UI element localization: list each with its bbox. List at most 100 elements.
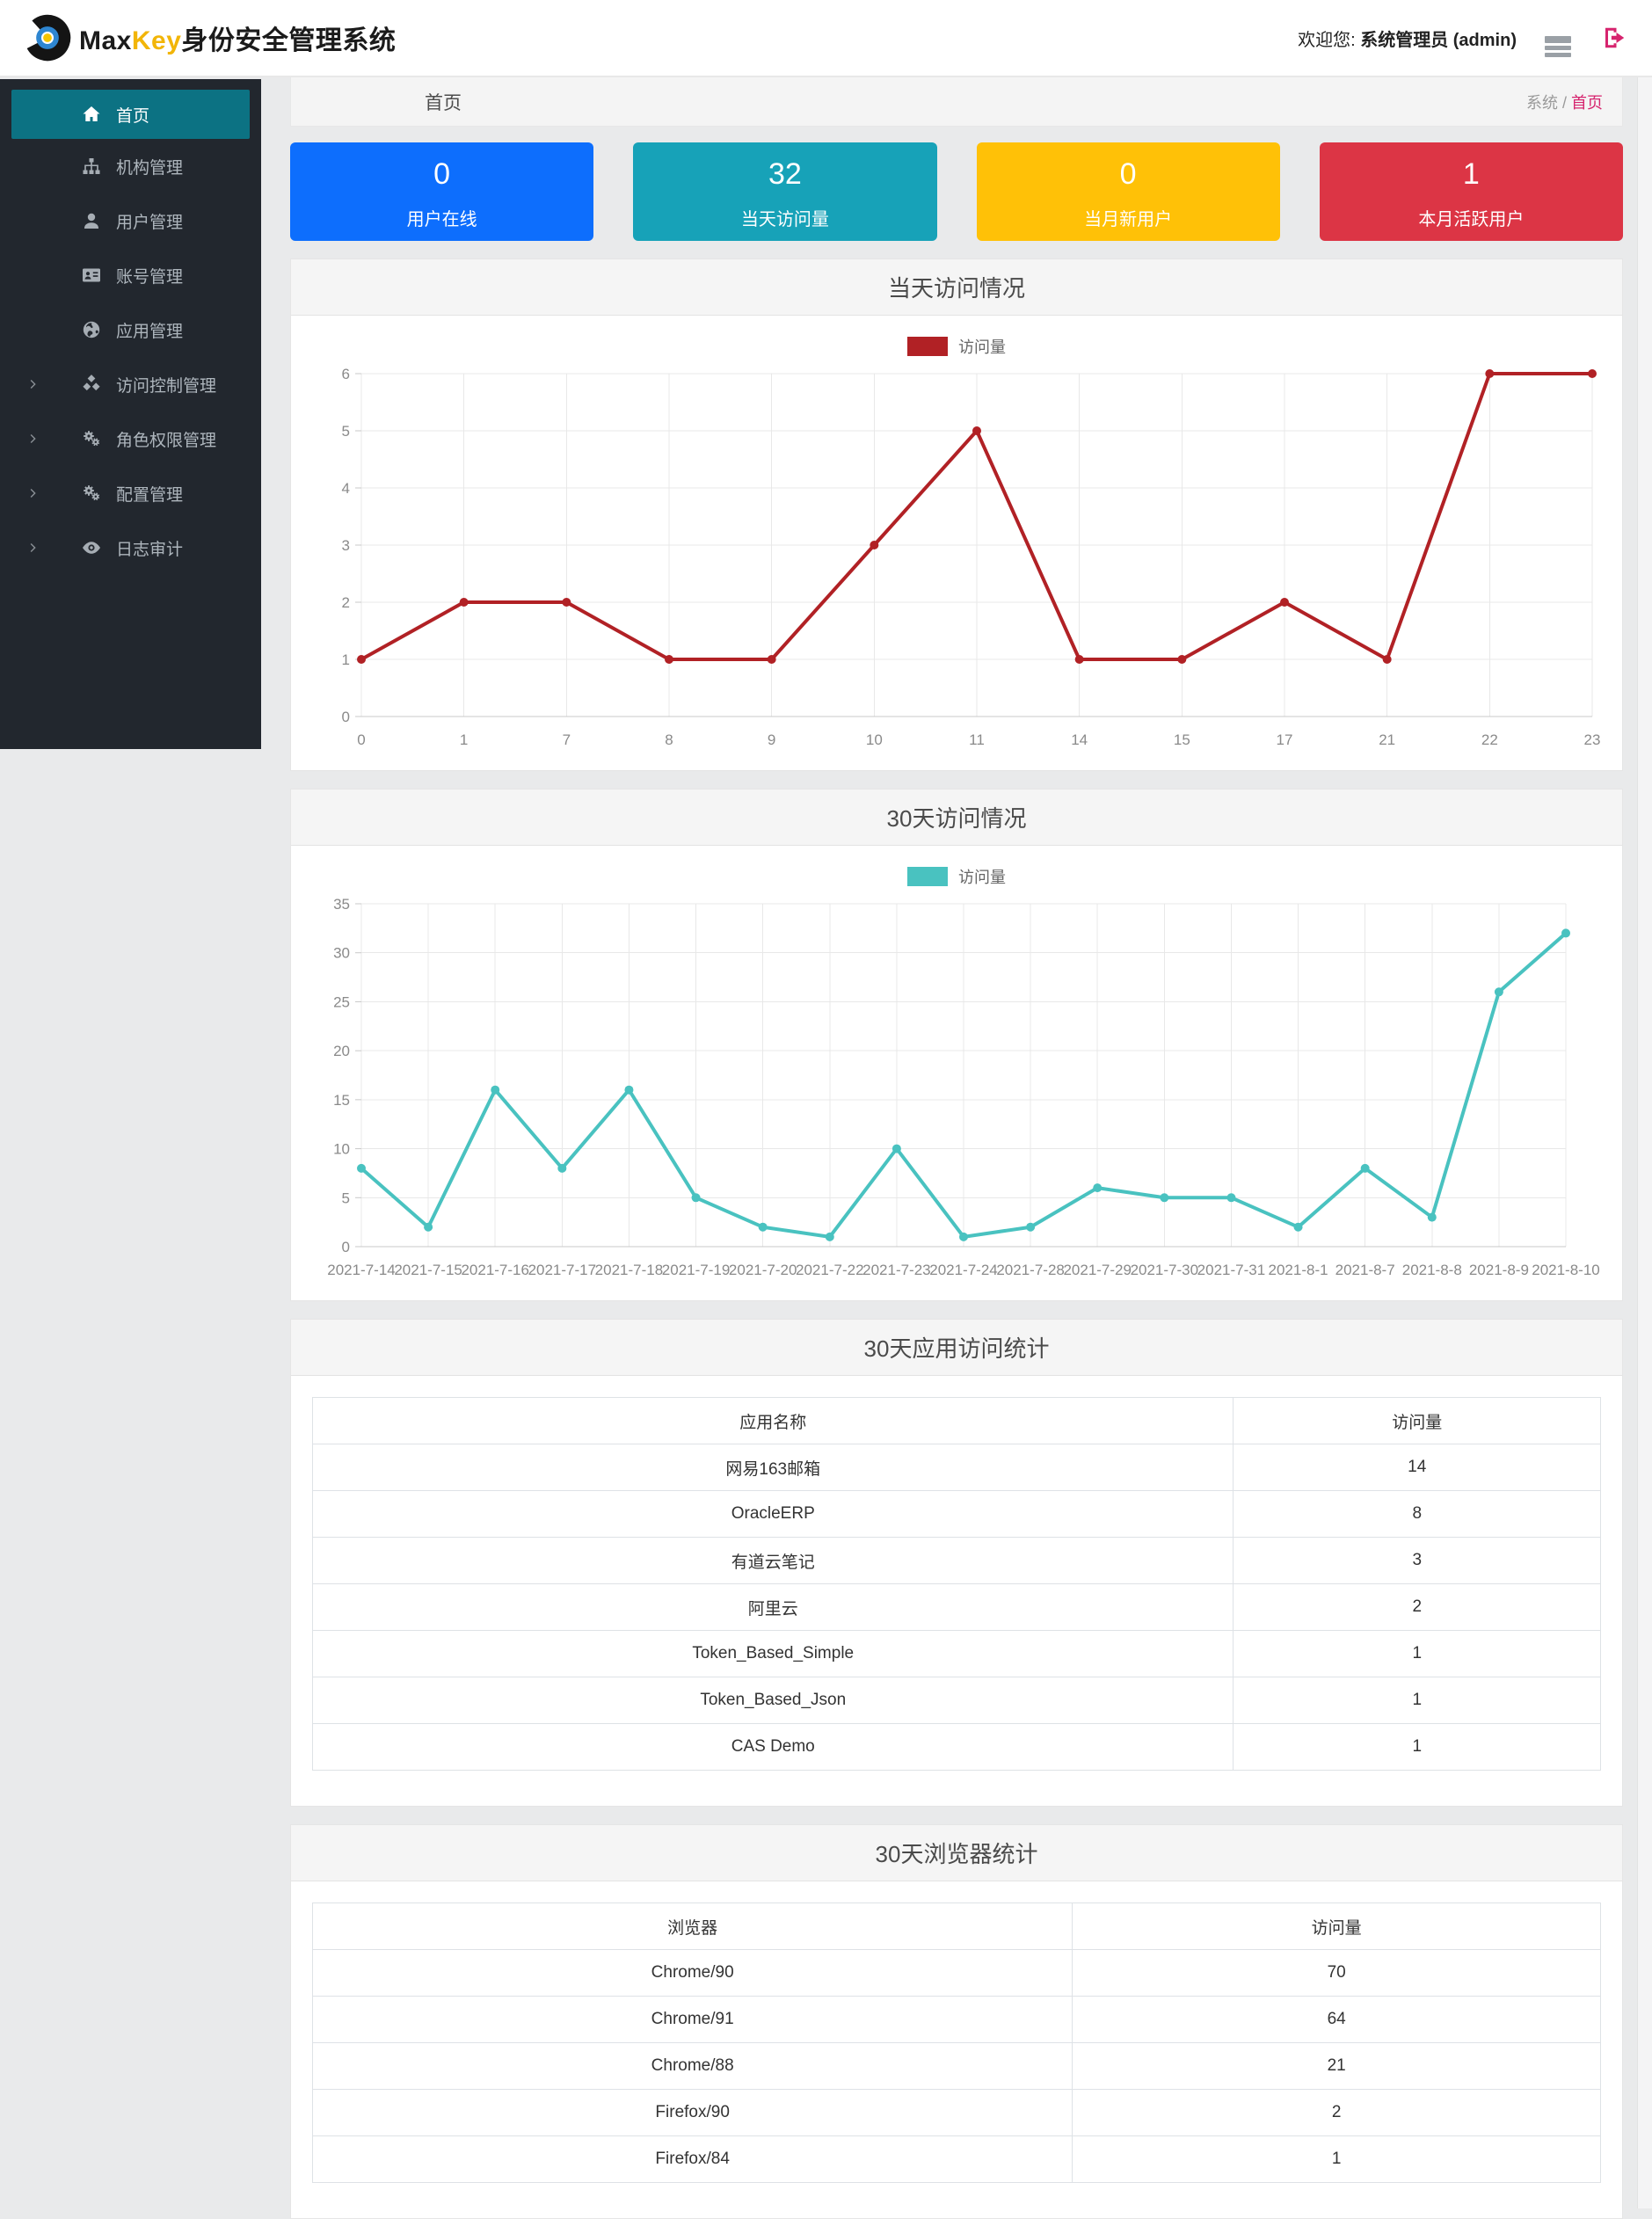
svg-text:2021-8-10: 2021-8-10 (1532, 1262, 1600, 1278)
stat-card-label: 本月活跃用户 (1418, 210, 1525, 229)
monthly-visits-chart: 051015202530352021-7-142021-7-152021-7-1… (327, 896, 1600, 1278)
scrollbar[interactable] (1637, 77, 1652, 2208)
sidebar-item-label: 首页 (116, 106, 150, 126)
sidebar-item-label: 机构管理 (116, 158, 184, 178)
stat-card-value: 0 (1119, 157, 1137, 191)
data-table: 应用名称 访问量 网易163邮箱 14 OracleERP 8 有道云笔记 3 阿里云 2 Toke… (311, 1397, 1601, 1771)
stat-card-value: 0 (433, 157, 451, 191)
brand-logo[interactable]: MaxKey身份安全管理系统 (23, 13, 396, 62)
svg-text:4: 4 (342, 480, 350, 497)
sidebar-item-org[interactable]: 机构管理 (0, 139, 261, 193)
cogs-icon (81, 428, 104, 449)
app-title: MaxKey身份安全管理系统 (79, 26, 397, 55)
sidebar-item-audit[interactable]: 日志审计 (0, 520, 261, 575)
panel-title: 当天访问情况 (291, 259, 1622, 316)
idcard-icon (81, 265, 104, 286)
legend-swatch (907, 337, 948, 356)
table-cell: Chrome/88 (311, 2042, 1073, 2090)
eye-icon (81, 537, 104, 558)
daily-visits-chart: 01234560 1 7 8 9 10 11 14 15 17 21 22 23 (342, 366, 1601, 748)
chevron-right-icon (26, 377, 40, 391)
svg-text:2021-8-9: 2021-8-9 (1469, 1262, 1529, 1278)
user-icon (81, 210, 104, 231)
table-row: Chrome/88 21 (311, 2042, 1601, 2090)
svg-text:1: 1 (460, 731, 468, 748)
table-cell: Firefox/90 (311, 2089, 1073, 2136)
stat-card-value: 32 (768, 157, 802, 191)
svg-text:2021-7-20: 2021-7-20 (729, 1262, 797, 1278)
svg-text:0: 0 (342, 1239, 350, 1255)
sidebar-item-user[interactable]: 用户管理 (0, 193, 261, 248)
table-cell: 2 (1072, 2089, 1601, 2136)
chevron-right-icon (26, 432, 40, 446)
table-row: 阿里云 2 (311, 1583, 1601, 1631)
table-cell: 阿里云 (311, 1583, 1234, 1631)
browser-stats-panel: 30天浏览器统计 浏览器 访问量 Chrome/90 70 Chrome/91 64 Chr… (290, 1824, 1623, 2219)
svg-text:17: 17 (1277, 731, 1293, 748)
sidebar-item-label: 角色权限管理 (116, 431, 217, 450)
table-cell: 2 (1233, 1583, 1601, 1631)
sidebar-item-label: 用户管理 (116, 213, 184, 232)
svg-text:6: 6 (342, 366, 350, 382)
sidebar-item-label: 配置管理 (116, 485, 184, 505)
svg-text:15: 15 (1174, 731, 1190, 748)
main-content: 首页 系统 / 首页 0 用户在线 32 当天访问量 0 当月新用户 1 本月活跃用户 当天访… (261, 77, 1652, 2219)
menu-toggle-icon[interactable] (1543, 25, 1573, 57)
svg-text:14: 14 (1071, 731, 1088, 748)
svg-text:9: 9 (768, 731, 775, 748)
sidebar-item-label: 访问控制管理 (116, 376, 217, 396)
legend-swatch (907, 867, 948, 886)
table-header-cell: 应用名称 (311, 1397, 1234, 1444)
table-cell: Token_Based_Json (311, 1677, 1234, 1724)
breadcrumb-root-link[interactable]: 系统 (1526, 94, 1558, 112)
table-row: 有道云笔记 3 (311, 1537, 1601, 1584)
table-row: Token_Based_Simple 1 (311, 1630, 1601, 1677)
chart-legend[interactable]: 访问量 (291, 846, 1622, 886)
table-cell: 14 (1233, 1444, 1601, 1491)
table-cell: OracleERP (311, 1490, 1234, 1538)
table-header-cell: 访问量 (1072, 1903, 1601, 1950)
stat-card-label: 用户在线 (406, 210, 477, 229)
chevron-right-icon (26, 486, 40, 500)
svg-text:2021-7-16: 2021-7-16 (461, 1262, 529, 1278)
sidebar-item-home[interactable]: 首页 (11, 90, 250, 139)
table-row: 网易163邮箱 14 (311, 1444, 1601, 1491)
breadcrumb-current-link[interactable]: 首页 (1571, 94, 1603, 112)
sidebar-item-app[interactable]: 应用管理 (0, 302, 261, 357)
svg-text:10: 10 (333, 1141, 350, 1158)
welcome-text: 欢迎您: 系统管理员 (admin) (1298, 30, 1517, 50)
chart-legend[interactable]: 访问量 (291, 316, 1622, 356)
svg-text:2021-7-31: 2021-7-31 (1197, 1262, 1266, 1278)
sidebar-item-config[interactable]: 配置管理 (0, 466, 261, 520)
logout-icon[interactable] (1599, 25, 1629, 51)
table-row: OracleERP 8 (311, 1490, 1601, 1538)
panel-title: 30天浏览器统计 (291, 1825, 1622, 1881)
maxkey-logo-icon (24, 14, 71, 62)
svg-text:5: 5 (342, 423, 350, 440)
table-cell: 8 (1233, 1490, 1601, 1538)
svg-text:20: 20 (333, 1043, 350, 1059)
cogs-icon (81, 483, 104, 504)
legend-label: 访问量 (958, 869, 1006, 886)
sidebar-item-account[interactable]: 账号管理 (0, 248, 261, 302)
daily-visits-panel: 当天访问情况 访问量 0 1 2 3 4 5 6 0 1 7 8 9 10 11 14 15 17 21 22 23 (290, 258, 1623, 771)
sidebar-item-role-permission[interactable]: 角色权限管理 (0, 411, 261, 466)
svg-text:22: 22 (1481, 731, 1498, 748)
table-cell: Chrome/90 (311, 1949, 1073, 1997)
chevron-right-icon (26, 541, 40, 555)
table-row: Chrome/90 70 (311, 1949, 1601, 1997)
table-header-row: 应用名称 访问量 (311, 1397, 1601, 1444)
svg-text:3: 3 (342, 537, 350, 554)
legend-label: 访问量 (958, 338, 1006, 356)
sidebar-item-access-control[interactable]: 访问控制管理 (0, 357, 261, 411)
svg-text:2021-7-30: 2021-7-30 (1131, 1262, 1199, 1278)
svg-text:7: 7 (563, 731, 571, 748)
stat-card-0: 0 用户在线 (290, 142, 594, 241)
panel-title: 30天应用访问统计 (291, 1320, 1622, 1376)
stat-card-1: 32 当天访问量 (633, 142, 937, 241)
table-row: Token_Based_Json 1 (311, 1677, 1601, 1724)
svg-text:35: 35 (333, 896, 350, 913)
svg-text:25: 25 (333, 993, 350, 1010)
svg-text:0: 0 (342, 709, 350, 725)
table-cell: Token_Based_Simple (311, 1630, 1234, 1677)
